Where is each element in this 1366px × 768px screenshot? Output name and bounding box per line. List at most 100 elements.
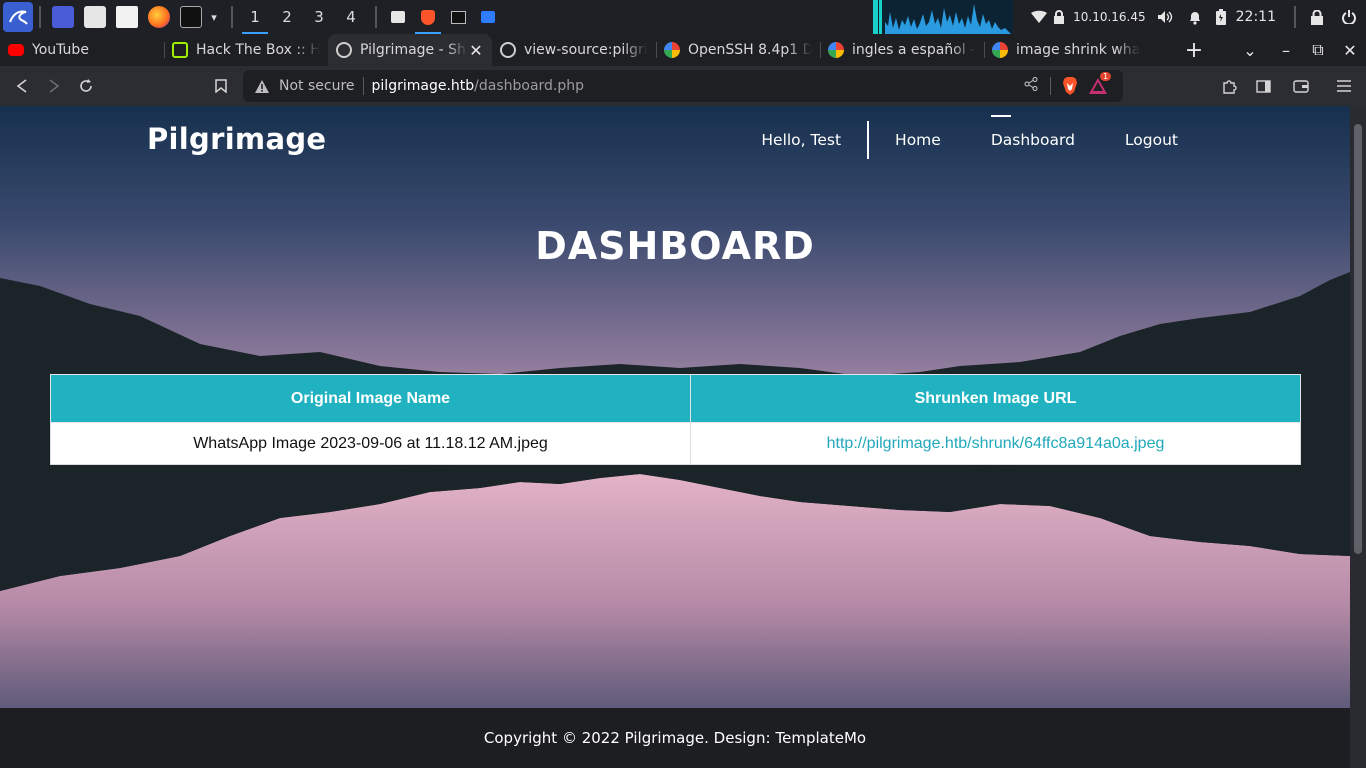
mountain-background bbox=[0, 272, 1350, 768]
globe-icon bbox=[500, 42, 516, 58]
tab-title: ingles a español - Buscar bbox=[852, 42, 976, 58]
volume-icon[interactable] bbox=[1152, 0, 1178, 34]
user-greeting: Hello, Test bbox=[761, 121, 870, 159]
terminal-icon[interactable] bbox=[180, 6, 202, 28]
toolbar-actions bbox=[1212, 66, 1366, 106]
nav-home[interactable]: Home bbox=[895, 131, 941, 149]
nav-logout[interactable]: Logout bbox=[1125, 131, 1178, 149]
table-header-row: Original Image Name Shrunken Image URL bbox=[50, 374, 1301, 423]
system-tray: 10.10.16.45 22:11 bbox=[873, 0, 1366, 34]
site-header: Pilgrimage Hello, Test Home Dashboard Lo… bbox=[0, 106, 1350, 176]
site-footer: Copyright © 2022 Pilgrimage. Design: Tem… bbox=[0, 708, 1350, 768]
vpn-lock-icon bbox=[1051, 0, 1067, 34]
tab-image-shrink[interactable]: image shrink what bbox=[984, 34, 1148, 66]
google-icon bbox=[992, 42, 1008, 58]
workspace-3[interactable]: 3 bbox=[303, 0, 335, 34]
browser-toolbar: Not secure pilgrimage.htb/dashboard.php … bbox=[0, 66, 1366, 106]
wifi-icon[interactable] bbox=[1027, 0, 1051, 34]
youtube-icon bbox=[8, 44, 24, 56]
url-path: /dashboard.php bbox=[474, 78, 585, 94]
ip-address: 10.10.16.45 bbox=[1073, 10, 1146, 24]
close-window-icon[interactable]: ✕ bbox=[1334, 41, 1366, 60]
shrunken-image-link[interactable]: http://pilgrimage.htb/shrunk/64ffc8a914a… bbox=[827, 435, 1165, 452]
htb-icon bbox=[172, 42, 188, 58]
file-manager-icon[interactable] bbox=[84, 6, 106, 28]
kali-menu-icon[interactable] bbox=[3, 2, 33, 32]
tab-hackthebox[interactable]: Hack The Box :: Hack The Box bbox=[164, 34, 328, 66]
window-terminal-icon[interactable] bbox=[443, 0, 473, 34]
power-icon[interactable] bbox=[1332, 0, 1366, 34]
security-indicator[interactable]: Not secure bbox=[255, 78, 355, 94]
security-label: Not secure bbox=[279, 78, 355, 94]
workspace-1[interactable]: 1 bbox=[239, 0, 271, 34]
workspace-2[interactable]: 2 bbox=[271, 0, 303, 34]
address-bar-actions: 1 bbox=[1020, 70, 1115, 102]
chevron-down-icon[interactable]: ▾ bbox=[207, 0, 221, 34]
back-icon[interactable] bbox=[6, 70, 38, 102]
clock[interactable]: 22:11 bbox=[1236, 9, 1276, 25]
google-icon bbox=[828, 42, 844, 58]
brave-shields-icon[interactable] bbox=[1059, 77, 1081, 95]
rewards-badge: 1 bbox=[1100, 72, 1112, 81]
text-editor-icon[interactable] bbox=[116, 6, 138, 28]
extensions-icon[interactable] bbox=[1212, 70, 1246, 102]
page-viewport: Pilgrimage Hello, Test Home Dashboard Lo… bbox=[0, 106, 1350, 768]
window-controls: + ⌄ – ⧉ ✕ bbox=[1178, 34, 1366, 66]
tab-title: Hack The Box :: Hack The Box bbox=[196, 42, 320, 58]
bookmark-icon[interactable] bbox=[205, 70, 237, 102]
url-divider bbox=[1050, 77, 1051, 95]
taskbar-separator bbox=[39, 6, 41, 28]
tab-title: Pilgrimage - Shrink Your Images bbox=[360, 42, 468, 58]
window-brave-icon[interactable] bbox=[413, 0, 443, 34]
address-bar[interactable]: Not secure pilgrimage.htb/dashboard.php … bbox=[243, 70, 1123, 102]
share-icon[interactable] bbox=[1020, 77, 1042, 95]
sidebar-toggle-icon[interactable] bbox=[1246, 70, 1280, 102]
close-icon[interactable]: ✕ bbox=[468, 41, 484, 60]
page-title: DASHBOARD bbox=[535, 224, 815, 268]
tab-title: image shrink what bbox=[1016, 42, 1140, 58]
maximize-icon[interactable]: ⧉ bbox=[1302, 40, 1334, 60]
window-app-icon[interactable] bbox=[473, 0, 503, 34]
footer-copyright: Copyright © 2022 Pilgrimage. Design: bbox=[483, 729, 771, 747]
battery-icon[interactable] bbox=[1212, 0, 1230, 34]
nav-dashboard[interactable]: Dashboard bbox=[990, 115, 1075, 149]
tab-search-chevron-icon[interactable]: ⌄ bbox=[1234, 41, 1266, 60]
taskbar-separator bbox=[1294, 6, 1296, 28]
cpu-graph bbox=[873, 0, 1014, 34]
shrunken-url-cell: http://pilgrimage.htb/shrunk/64ffc8a914a… bbox=[690, 422, 1301, 465]
reload-icon[interactable] bbox=[70, 70, 102, 102]
tab-view-source[interactable]: view-source:pilgrimage.htb bbox=[492, 34, 656, 66]
url-divider bbox=[362, 77, 364, 95]
images-table: Original Image Name Shrunken Image URL W… bbox=[50, 374, 1301, 465]
site-logo[interactable]: Pilgrimage bbox=[147, 122, 326, 156]
table-row: WhatsApp Image 2023-09-06 at 11.18.12 AM… bbox=[50, 422, 1301, 465]
browser-tab-strip: YouTube Hack The Box :: Hack The Box Pil… bbox=[0, 34, 1366, 66]
os-taskbar: ▾ 1 2 3 4 10.10.16.45 22:11 bbox=[0, 0, 1366, 34]
scrollbar-thumb[interactable] bbox=[1354, 124, 1362, 554]
wallet-icon[interactable] bbox=[1280, 70, 1322, 102]
minimize-icon[interactable]: – bbox=[1270, 41, 1302, 60]
taskbar-separator bbox=[375, 6, 377, 28]
workspace-switcher-icon[interactable] bbox=[52, 6, 74, 28]
new-tab-icon[interactable]: + bbox=[1178, 38, 1210, 63]
forward-icon[interactable] bbox=[38, 70, 70, 102]
site-nav: Hello, Test Home Dashboard Logout bbox=[761, 115, 1178, 160]
globe-icon bbox=[336, 42, 352, 58]
brave-rewards-icon[interactable]: 1 bbox=[1081, 72, 1115, 94]
window-file-manager-icon[interactable] bbox=[383, 0, 413, 34]
firefox-icon[interactable] bbox=[148, 6, 170, 28]
lock-screen-icon[interactable] bbox=[1302, 0, 1332, 34]
taskbar-separator bbox=[231, 6, 233, 28]
page-scrollbar[interactable] bbox=[1350, 106, 1366, 768]
column-header: Shrunken Image URL bbox=[690, 374, 1301, 423]
tab-youtube[interactable]: YouTube bbox=[0, 34, 164, 66]
tab-pilgrimage[interactable]: Pilgrimage - Shrink Your Images ✕ bbox=[328, 34, 492, 66]
tab-ingles-espanol[interactable]: ingles a español - Buscar bbox=[820, 34, 984, 66]
workspace-4[interactable]: 4 bbox=[335, 0, 367, 34]
original-image-name: WhatsApp Image 2023-09-06 at 11.18.12 AM… bbox=[50, 422, 691, 465]
tab-openssh[interactable]: OpenSSH 8.4p1 Debian bbox=[656, 34, 820, 66]
google-icon bbox=[664, 42, 680, 58]
notification-bell-icon[interactable] bbox=[1178, 0, 1212, 34]
menu-icon[interactable] bbox=[1322, 70, 1366, 102]
footer-designer-link[interactable]: TemplateMo bbox=[776, 729, 867, 747]
